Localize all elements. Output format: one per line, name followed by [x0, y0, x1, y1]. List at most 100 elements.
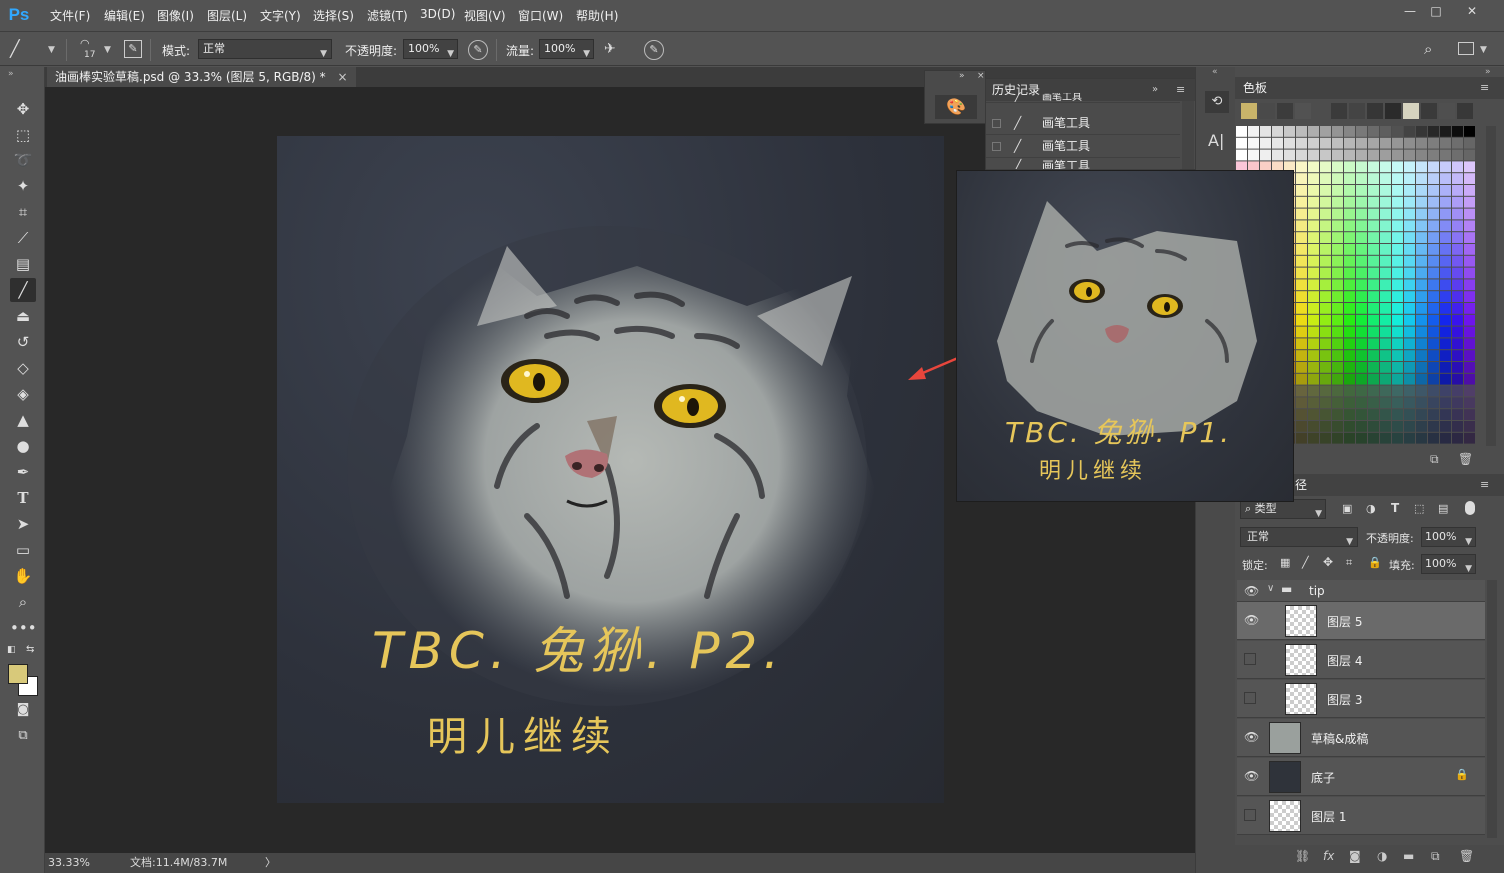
- swatch-cell[interactable]: [1464, 173, 1475, 184]
- healing-brush-icon[interactable]: ▤: [10, 252, 36, 276]
- swatch-cell[interactable]: [1464, 362, 1475, 373]
- swatch-cell[interactable]: [1392, 421, 1403, 432]
- swatch-cell[interactable]: [1248, 137, 1259, 149]
- swatch-cell[interactable]: [1296, 338, 1307, 350]
- swatch-cell[interactable]: [1404, 185, 1415, 196]
- swatch-cell[interactable]: [1452, 409, 1463, 420]
- swatch-cell[interactable]: [1332, 185, 1343, 196]
- swatch-cell[interactable]: [1416, 244, 1427, 255]
- swatch-cell[interactable]: [1368, 161, 1379, 173]
- swatch-cell[interactable]: [1416, 291, 1427, 302]
- swatch-cell[interactable]: [1332, 421, 1343, 432]
- path-select-icon[interactable]: ➤: [10, 512, 36, 536]
- swatch-cell[interactable]: [1392, 373, 1403, 385]
- swatch-cell[interactable]: [1296, 255, 1307, 267]
- swatch-cell[interactable]: [1308, 267, 1319, 279]
- swatch-cell[interactable]: [1344, 126, 1355, 137]
- snapshot-checkbox[interactable]: [992, 119, 1001, 128]
- swatch-cell[interactable]: [1308, 432, 1319, 444]
- eye-icon[interactable]: 👁: [1244, 584, 1259, 598]
- swatch-cell[interactable]: [1416, 362, 1427, 373]
- swatch-cell[interactable]: [1428, 279, 1439, 291]
- menu-filter[interactable]: 滤镜(T): [367, 7, 408, 24]
- swatch-cell[interactable]: [1308, 385, 1319, 397]
- swatch-cell[interactable]: [1356, 232, 1367, 243]
- swatch-cell[interactable]: [1368, 208, 1379, 220]
- pixel-filter-icon[interactable]: ▣: [1342, 502, 1352, 515]
- swatches-scrollbar[interactable]: [1486, 126, 1496, 446]
- swatch-cell[interactable]: [1440, 432, 1451, 444]
- swatch-cell[interactable]: [1248, 126, 1259, 137]
- swatch-cell[interactable]: [1356, 303, 1367, 314]
- swatch-cell[interactable]: [1440, 220, 1451, 232]
- swatch-cell[interactable]: [1368, 267, 1379, 279]
- swatch-cell[interactable]: [1464, 432, 1475, 444]
- swatch-cell[interactable]: [1344, 362, 1355, 373]
- swatch-cell[interactable]: [1464, 397, 1475, 409]
- default-colors-icon[interactable]: ◧: [7, 645, 16, 655]
- swatch-cell[interactable]: [1332, 208, 1343, 220]
- swatch-cell[interactable]: [1380, 279, 1391, 291]
- swatch-cell[interactable]: [1380, 350, 1391, 361]
- swatch-cell[interactable]: [1296, 326, 1307, 338]
- swatch-cell[interactable]: [1272, 149, 1283, 161]
- swatch-cell[interactable]: [1368, 149, 1379, 161]
- swatch-cell[interactable]: [1344, 291, 1355, 302]
- menu-window[interactable]: 窗口(W): [518, 7, 563, 24]
- swatch-cell[interactable]: [1368, 350, 1379, 361]
- swatch-cell[interactable]: [1452, 161, 1463, 173]
- swatch-cell[interactable]: [1308, 208, 1319, 220]
- swatch-cell[interactable]: [1308, 137, 1319, 149]
- menu-type[interactable]: 文字(Y): [260, 7, 301, 24]
- swatch-cell[interactable]: [1452, 421, 1463, 432]
- swatch-cell[interactable]: [1380, 126, 1391, 137]
- swatch-cell[interactable]: [1320, 220, 1331, 232]
- swatch-cell[interactable]: [1344, 373, 1355, 385]
- swatch-cell[interactable]: [1392, 161, 1403, 173]
- swatch-cell[interactable]: [1356, 279, 1367, 291]
- swatch-cell[interactable]: [1308, 232, 1319, 243]
- palette-icon[interactable]: 🎨: [935, 95, 977, 119]
- swatch-cell[interactable]: [1404, 421, 1415, 432]
- swatch-cell[interactable]: [1332, 126, 1343, 137]
- close-window-button[interactable]: ✕: [1458, 2, 1486, 20]
- swatch-cell[interactable]: [1380, 220, 1391, 232]
- swatch-cell[interactable]: [1404, 326, 1415, 338]
- history-item[interactable]: ╱ 画笔工具: [986, 135, 1180, 158]
- swatch-cell[interactable]: [1428, 232, 1439, 243]
- swatch-cell[interactable]: [1344, 421, 1355, 432]
- swatch-cell[interactable]: [1380, 326, 1391, 338]
- swatch-cell[interactable]: [1416, 279, 1427, 291]
- swatch-cell[interactable]: [1356, 208, 1367, 220]
- swatch-cell[interactable]: [1344, 303, 1355, 314]
- menu-view[interactable]: 视图(V): [464, 7, 506, 24]
- zoom-level[interactable]: 33.33%: [48, 853, 90, 873]
- swatch-cell[interactable]: [1320, 362, 1331, 373]
- eye-icon[interactable]: 👁: [1244, 730, 1259, 744]
- swatch-cell[interactable]: [1308, 149, 1319, 161]
- swatch-cell[interactable]: [1332, 373, 1343, 385]
- swatch-cell[interactable]: [1344, 149, 1355, 161]
- swatch-cell[interactable]: [1356, 267, 1367, 279]
- swatch-cell[interactable]: [1452, 149, 1463, 161]
- swatch-cell[interactable]: [1452, 326, 1463, 338]
- swatch-cell[interactable]: [1392, 173, 1403, 184]
- swatch-cell[interactable]: [1356, 385, 1367, 397]
- swatch-cell[interactable]: [1332, 255, 1343, 267]
- swatch-cell[interactable]: [1392, 244, 1403, 255]
- swatch-cell[interactable]: [1344, 409, 1355, 420]
- swatch-cell[interactable]: [1344, 326, 1355, 338]
- swatch-cell[interactable]: [1428, 291, 1439, 302]
- swatch-cell[interactable]: [1368, 196, 1379, 208]
- trash-icon[interactable]: 🗑: [1459, 849, 1474, 863]
- swatch-cell[interactable]: [1392, 255, 1403, 267]
- swatch-cell[interactable]: [1296, 303, 1307, 314]
- swatch-cell[interactable]: [1368, 397, 1379, 409]
- swatch-cell[interactable]: [1380, 432, 1391, 444]
- swatch-cell[interactable]: [1404, 362, 1415, 373]
- swatch-cell[interactable]: [1428, 244, 1439, 255]
- swatch-cell[interactable]: [1428, 173, 1439, 184]
- swatch-cell[interactable]: [1320, 185, 1331, 196]
- recent-swatch[interactable]: [1421, 103, 1437, 119]
- swatch-cell[interactable]: [1380, 267, 1391, 279]
